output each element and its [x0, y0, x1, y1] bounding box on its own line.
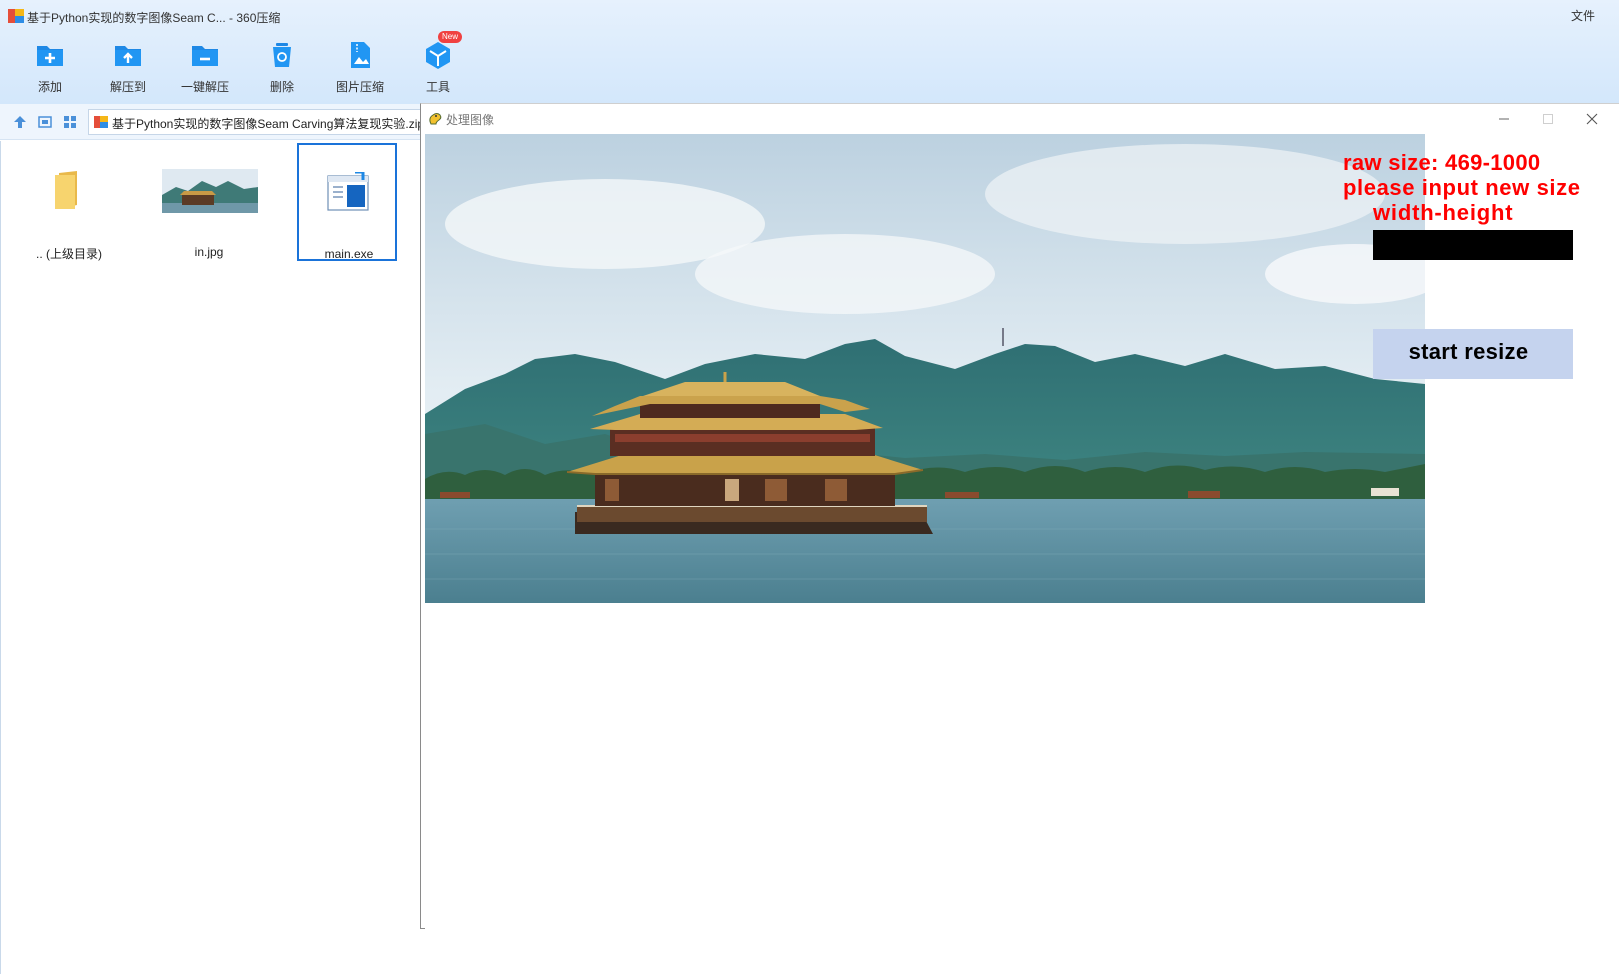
folder-add-icon	[37, 46, 63, 66]
grid-view-icon[interactable]	[62, 114, 78, 130]
tools-button[interactable]: New 工具	[408, 31, 468, 96]
new-badge: New	[438, 31, 463, 43]
input-prompt-label: please input new size	[1343, 175, 1581, 200]
pygame-window-title: 处理图像	[446, 113, 495, 127]
start-resize-button[interactable]: start resize	[1373, 329, 1573, 379]
delete-button[interactable]: 删除	[252, 40, 312, 96]
file-name: .. (上级目录)	[36, 247, 102, 261]
pygame-canvas: raw size: 469-1000 please input new size…	[425, 134, 1619, 930]
file-name: in.jpg	[194, 245, 224, 259]
tools-cube-icon	[426, 42, 450, 69]
input-image	[425, 134, 1425, 603]
exe-icon	[327, 172, 369, 211]
pygame-titlebar: 处理图像	[421, 104, 1619, 134]
file-item-parent-dir[interactable]: .. (上级目录)	[19, 143, 119, 261]
close-icon[interactable]	[1570, 104, 1614, 134]
one-click-unzip-label: 一键解压	[180, 80, 229, 94]
zip-window-title: 基于Python实现的数字图像Seam C... - 360压缩	[27, 11, 281, 25]
file-list: .. (上级目录) in.jpg main.exe	[0, 141, 420, 974]
image-compress-button[interactable]: 图片压缩	[330, 40, 390, 96]
minimize-icon[interactable]	[1482, 104, 1526, 134]
add-button[interactable]: 添加	[20, 40, 80, 96]
file-item-in-jpg[interactable]: in.jpg	[159, 143, 259, 261]
new-size-input[interactable]	[1373, 230, 1573, 260]
tools-label: 工具	[425, 80, 450, 94]
extract-to-button[interactable]: 解压到	[98, 40, 158, 96]
raw-size-label: raw size: 469-1000	[1343, 150, 1541, 175]
path-text: 基于Python实现的数字图像Seam Carving算法复现实验.zip	[112, 117, 425, 131]
add-label: 添加	[37, 80, 62, 94]
maximize-icon[interactable]	[1526, 104, 1570, 134]
start-resize-label: start resize	[1408, 339, 1529, 364]
zip-app-icon	[8, 9, 24, 23]
desktop: 基于Python实现的数字图像Seam C... - 360压缩 文件 添加 解…	[0, 0, 1619, 974]
image-compress-label: 图片压缩	[335, 80, 384, 94]
one-click-unzip-button[interactable]: 一键解压	[175, 40, 235, 96]
recycle-bin-icon	[273, 43, 291, 67]
zip-archive-icon	[94, 116, 108, 128]
file-name: main.exe	[324, 247, 374, 261]
pygame-snake-icon	[429, 113, 442, 125]
image-thumbnail	[162, 169, 258, 213]
menu-file[interactable]: 文件	[1571, 7, 1595, 24]
zip-titlebar: 基于Python实现的数字图像Seam C... - 360压缩 文件	[0, 0, 1619, 32]
image-compress-icon	[351, 42, 370, 68]
extract-to-label: 解压到	[109, 80, 146, 94]
folder-icon	[55, 171, 77, 209]
large-view-icon[interactable]	[37, 114, 53, 130]
delete-label: 删除	[269, 80, 294, 94]
file-item-main-exe[interactable]: main.exe	[297, 143, 397, 261]
folder-unzip-icon	[192, 46, 218, 66]
up-arrow-icon[interactable]	[12, 114, 28, 130]
folder-extract-icon	[115, 46, 141, 66]
process-image-window: 处理图像 raw size: 469-1000 please input new…	[420, 103, 1619, 930]
input-format-label: width-height	[1373, 200, 1514, 225]
path-field[interactable]: 基于Python实现的数字图像Seam Carving算法复现实验.zip	[88, 109, 428, 135]
zip-header: 基于Python实现的数字图像Seam C... - 360压缩 文件 添加 解…	[0, 0, 1619, 104]
